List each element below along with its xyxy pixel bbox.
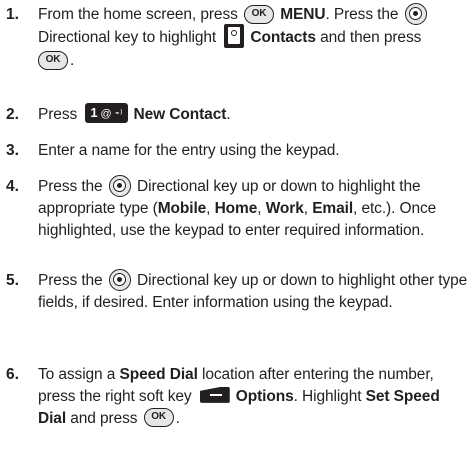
step-number: 4. [6,178,19,195]
step-text-part: From the home screen, press [38,6,238,24]
step-text-part: Press the [38,178,103,196]
step-number: 3. [6,142,19,159]
separator: , [303,200,313,218]
options-label: Options [235,388,294,405]
ok-key-icon: OK [38,50,68,70]
right-soft-key-icon [199,386,230,403]
ok-key-label: OK [151,411,167,423]
step-text: Press the Directional key up or down to … [38,269,470,314]
step-text: From the home screen, press OK MENU. Pre… [38,3,470,72]
contacts-label: Contacts [250,29,316,47]
separator: , [257,200,266,218]
step-text-part: . Highlight [293,388,362,405]
step-text-part: To assign a [38,366,116,383]
new-contact-label: New Contact [133,106,227,123]
step-number: 6. [6,366,19,383]
step-text: Press 1 @ ⁃⁾ New Contact. [38,102,470,126]
ok-key-icon: OK [143,408,174,428]
key-symbols: @ ⁃⁾ [100,107,123,120]
step-text: Press the Directional key up or down to … [38,175,470,242]
key-1-icon: 1 @ ⁃⁾ [85,102,128,123]
separator: , [206,200,215,218]
step-text-part: Press the [38,272,103,290]
type-home: Home [214,200,258,218]
step-text-part: and press [70,410,138,427]
step-text-part: Directional key to highlight [38,29,217,47]
step-text: Enter a name for the entry using the key… [38,142,340,159]
directional-key-icon [108,175,131,197]
step-text-part: . [226,106,231,123]
directional-key-icon [108,269,131,291]
speed-dial-label: Speed Dial [119,366,198,383]
step-text-part: . [70,52,75,70]
ok-key-icon: OK [243,4,274,24]
step-text-part: Directional key up or down to highlight … [38,272,468,312]
step-text-part: . Press the [325,6,399,24]
step-text: To assign a Speed Dial location after en… [38,364,470,430]
step-text-part: Press [38,106,78,123]
step-number: 5. [6,272,19,289]
type-work: Work [265,200,304,218]
type-mobile: Mobile [157,200,207,218]
step-text-part: . [175,410,180,427]
step-number: 2. [6,106,19,123]
step-text-part: and then press [320,29,422,47]
type-email: Email [312,200,354,218]
directional-key-icon [404,3,427,25]
instructions-page: 1. From the home screen, press OK MENU. … [0,0,472,458]
menu-label: MENU [280,6,326,24]
contacts-icon [224,24,245,49]
ok-key-label: OK [251,7,267,19]
step-number: 1. [6,6,19,23]
key-digit: 1 [90,104,98,120]
ok-key-label: OK [45,53,61,65]
